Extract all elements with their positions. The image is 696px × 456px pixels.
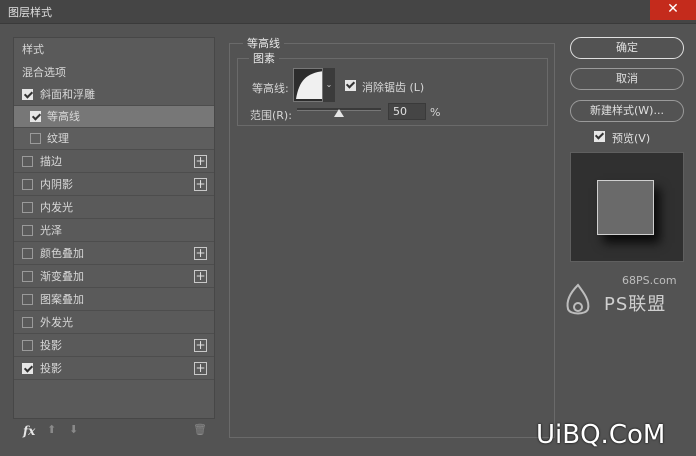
contour-curve-icon (296, 71, 324, 99)
style-item-label: 等高线 (47, 110, 80, 123)
style-item-label: 描边 (40, 155, 62, 168)
add-stroke-button[interactable]: + (194, 155, 207, 168)
contour-dropdown-button[interactable]: ⌄ (322, 68, 335, 102)
trash-icon[interactable]: 🗑 (193, 423, 207, 436)
blend-options-label: 混合选项 (22, 66, 66, 79)
preview-label: 预览(V) (612, 132, 651, 145)
add-gradient-overlay-button[interactable]: + (194, 270, 207, 283)
style-item-pattern-overlay[interactable]: 图案叠加 (14, 289, 214, 311)
fx-icon[interactable]: fx (23, 424, 35, 438)
drop-shadow-checkbox[interactable] (22, 340, 33, 351)
add-drop-shadow-button[interactable]: + (194, 339, 207, 352)
style-item-label: 投影 (40, 339, 62, 352)
style-item-label: 内发光 (40, 201, 73, 214)
style-item-label: 斜面和浮雕 (40, 88, 95, 101)
anti-alias-label: 消除锯齿 (L) (362, 81, 425, 94)
style-item-label: 渐变叠加 (40, 270, 84, 283)
style-item-label: 外发光 (40, 316, 73, 329)
style-item-satin[interactable]: 光泽 (14, 220, 214, 242)
move-up-icon[interactable]: ⬆ (47, 423, 56, 436)
range-label: 范围(R): (250, 109, 292, 122)
outer-glow-checkbox[interactable] (22, 317, 33, 328)
style-item-label: 纹理 (47, 132, 69, 145)
style-preview-swatch (597, 180, 654, 235)
contour-section-title: 等高线 (243, 35, 284, 51)
style-item-drop-shadow-2[interactable]: 投影 + (14, 358, 214, 380)
anti-alias-checkbox[interactable] (345, 80, 356, 91)
watermark-logo-icon (566, 283, 590, 315)
style-list-footer: fx ⬆ ⬇ 🗑 (13, 418, 215, 442)
style-item-label: 内阴影 (40, 178, 73, 191)
style-item-label: 光泽 (40, 224, 62, 237)
style-item-label: 颜色叠加 (40, 247, 84, 260)
style-item-outer-glow[interactable]: 外发光 (14, 312, 214, 334)
color-overlay-checkbox[interactable] (22, 248, 33, 259)
drop-shadow-2-checkbox[interactable] (22, 363, 33, 374)
cancel-button[interactable]: 取消 (570, 68, 684, 90)
inner-shadow-checkbox[interactable] (22, 179, 33, 190)
contour-label: 等高线: (252, 82, 289, 95)
preview-checkbox[interactable] (594, 131, 605, 142)
range-unit: % (430, 106, 441, 119)
style-item-texture[interactable]: 纹理 (14, 128, 214, 150)
texture-checkbox[interactable] (30, 133, 41, 144)
range-input[interactable] (388, 103, 426, 120)
stroke-checkbox[interactable] (22, 156, 33, 167)
satin-checkbox[interactable] (22, 225, 33, 236)
style-item-inner-glow[interactable]: 内发光 (14, 197, 214, 219)
style-list-panel: 样式 混合选项 斜面和浮雕 等高线 纹理 描边 + 内阴影 + 内发光 光泽 颜… (13, 37, 215, 419)
watermark-brand: PS联盟 (604, 294, 667, 315)
close-button[interactable]: ✕ (650, 0, 696, 20)
new-style-button[interactable]: 新建样式(W)... (570, 100, 684, 122)
elements-group-title: 图素 (249, 50, 279, 66)
gradient-overlay-checkbox[interactable] (22, 271, 33, 282)
range-slider-thumb[interactable] (334, 109, 344, 117)
bevel-emboss-checkbox[interactable] (22, 89, 33, 100)
inner-glow-checkbox[interactable] (22, 202, 33, 213)
ok-button[interactable]: 确定 (570, 37, 684, 59)
style-item-label: 投影 (40, 362, 62, 375)
add-inner-shadow-button[interactable]: + (194, 178, 207, 191)
watermark-site: 68PS.com (622, 274, 677, 287)
add-drop-shadow-2-button[interactable]: + (194, 362, 207, 375)
style-item-inner-shadow[interactable]: 内阴影 + (14, 174, 214, 196)
blend-options-item[interactable]: 混合选项 (14, 62, 214, 84)
contour-checkbox[interactable] (30, 111, 41, 122)
add-color-overlay-button[interactable]: + (194, 247, 207, 260)
style-item-contour[interactable]: 等高线 (14, 106, 214, 128)
chevron-down-icon: ⌄ (325, 80, 333, 89)
window-title: 图层样式 (8, 6, 52, 19)
styles-header[interactable]: 样式 (14, 39, 214, 61)
watermark-bottom: UiBQ.CoM (536, 420, 666, 450)
title-bar (0, 0, 696, 24)
style-item-gradient-overlay[interactable]: 渐变叠加 + (14, 266, 214, 288)
move-down-icon[interactable]: ⬇ (69, 423, 78, 436)
style-item-label: 图案叠加 (40, 293, 84, 306)
style-item-color-overlay[interactable]: 颜色叠加 + (14, 243, 214, 265)
style-item-drop-shadow[interactable]: 投影 + (14, 335, 214, 357)
style-item-stroke[interactable]: 描边 + (14, 151, 214, 173)
style-item-bevel-emboss[interactable]: 斜面和浮雕 (14, 84, 214, 106)
pattern-overlay-checkbox[interactable] (22, 294, 33, 305)
close-icon: ✕ (667, 1, 679, 17)
styles-header-label: 样式 (22, 43, 44, 56)
